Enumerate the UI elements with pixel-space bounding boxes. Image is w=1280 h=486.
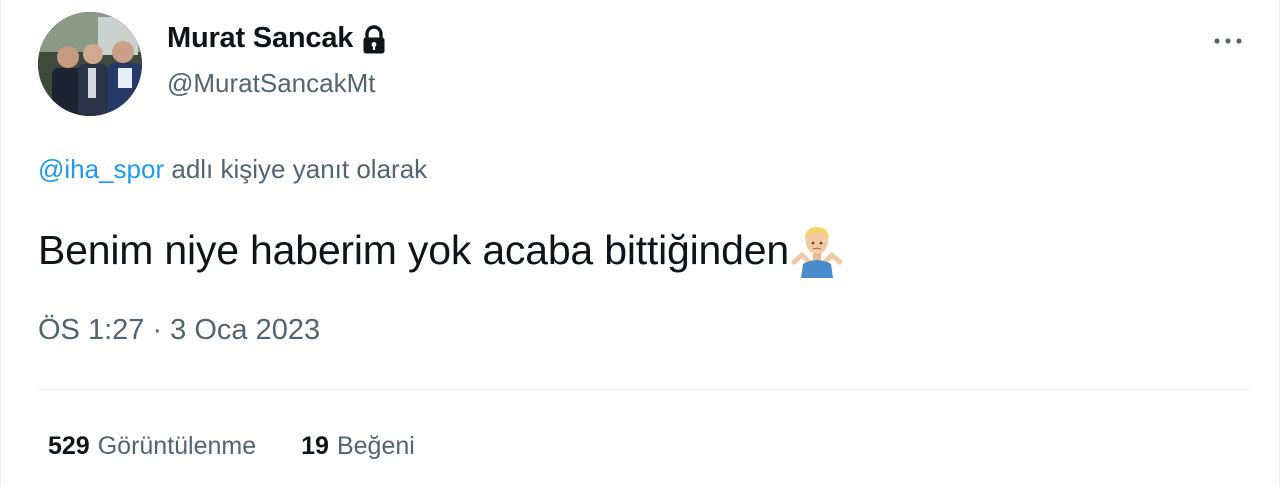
- user-handle[interactable]: @MuratSancakMt: [167, 68, 375, 99]
- reply-mention-link[interactable]: @iha_spor: [38, 154, 164, 184]
- display-name[interactable]: Murat Sancak: [167, 22, 353, 55]
- views-count: 529: [48, 432, 90, 460]
- reply-context-label: adlı kişiye yanıt olarak: [164, 154, 428, 184]
- tweet-timestamp[interactable]: ÖS 1:27 · 3 Oca 2023: [38, 314, 320, 347]
- tweet-text-content: Benim niye haberim yok acaba bittiğinden: [38, 226, 789, 273]
- reply-context: @iha_spor adlı kişiye yanıt olarak: [38, 154, 427, 185]
- likes-stat[interactable]: 19 Beğeni: [301, 432, 415, 461]
- views-label: Görüntülenme: [97, 432, 257, 460]
- man-shrugging-emoji-icon: [791, 222, 843, 278]
- divider: [38, 389, 1250, 390]
- likes-label: Beğeni: [336, 432, 415, 460]
- tweet-card: Murat Sancak @MuratSancakMt @iha_spor ad…: [0, 0, 1280, 486]
- tweet-text: Benim niye haberim yok acaba bittiğinden: [38, 222, 843, 278]
- likes-count: 19: [301, 432, 329, 460]
- profile-photo-icon: [38, 12, 142, 116]
- views-stat[interactable]: 529 Görüntülenme: [48, 432, 256, 461]
- avatar[interactable]: [38, 12, 142, 116]
- tweet-stats: 529 Görüntülenme 19 Beğeni: [48, 432, 415, 461]
- lock-icon: [361, 24, 387, 55]
- more-horizontal-icon: [1214, 38, 1242, 44]
- more-button[interactable]: [1205, 26, 1251, 56]
- display-name-row: Murat Sancak: [167, 22, 387, 55]
